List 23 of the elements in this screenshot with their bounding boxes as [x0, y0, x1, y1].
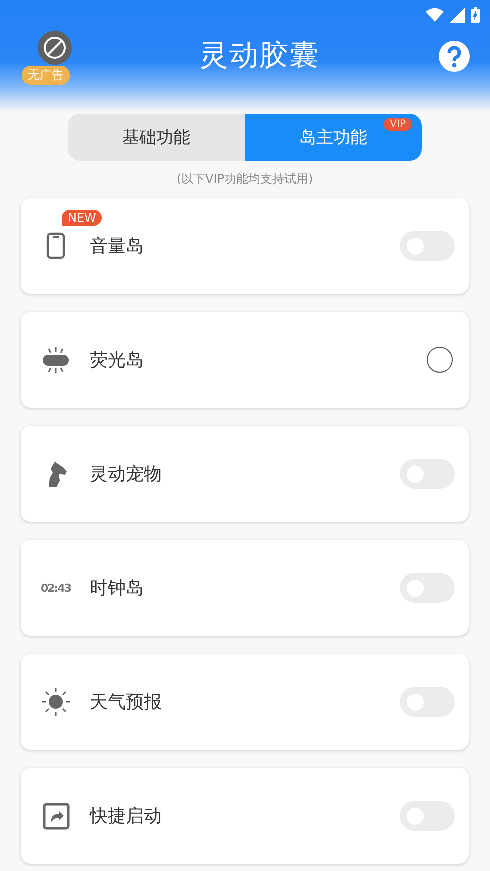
- feature-label: 灵动宠物: [90, 463, 163, 486]
- wifi-icon: [426, 8, 444, 22]
- feature-label: 荧光岛: [90, 349, 145, 372]
- vip-badge: VIP: [384, 118, 412, 131]
- trial-hint: (以下VIP功能均支持试用): [176, 171, 314, 188]
- shortcut-icon: [42, 802, 70, 830]
- feature-label: 音量岛: [90, 235, 145, 258]
- feature-label: 天气预报: [90, 691, 163, 714]
- clock-icon: 02:43: [41, 582, 72, 594]
- sun-icon: [42, 688, 70, 716]
- no-ads-icon[interactable]: [38, 31, 72, 65]
- phone-icon: [46, 232, 66, 260]
- app-title: 灵动胶囊: [200, 37, 320, 74]
- battery-icon: [471, 7, 480, 23]
- signal-icon: [450, 8, 465, 22]
- glowing-pill-icon: [42, 346, 70, 374]
- feature-tab[interactable]: 基础功能: [68, 114, 245, 161]
- feature-label: 时钟岛: [90, 577, 145, 600]
- new-badge: NEW: [62, 210, 102, 226]
- help-icon[interactable]: [439, 40, 470, 72]
- no-ads-badge: 无广告: [22, 66, 70, 85]
- feature-label: 快捷启动: [90, 805, 163, 828]
- radio-button[interactable]: [427, 347, 453, 373]
